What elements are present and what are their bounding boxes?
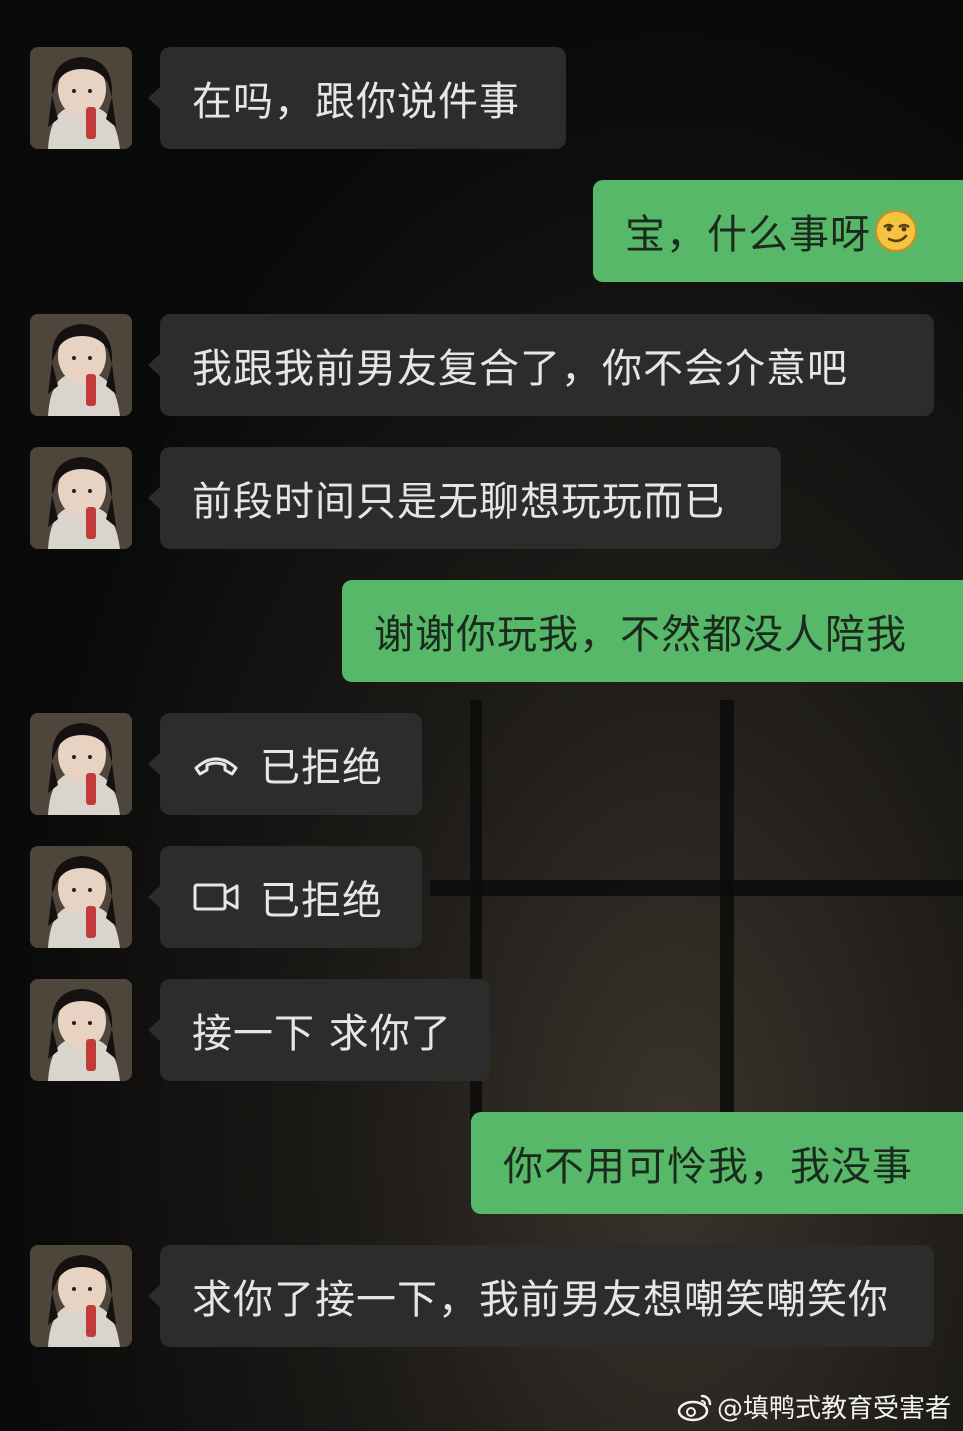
declined-video-call-bubble[interactable]: 已拒绝 xyxy=(148,846,422,948)
contact-avatar[interactable] xyxy=(30,979,132,1081)
message-text: 我跟我前男友复合了，你不会介意吧 xyxy=(192,346,848,392)
message-text: 前段时间只是无聊想玩玩而已 xyxy=(192,479,725,525)
incoming-message-bubble[interactable]: 前段时间只是无聊想玩玩而已 xyxy=(148,447,781,549)
message-text: 在吗，跟你说件事 xyxy=(192,79,520,125)
contact-avatar[interactable] xyxy=(30,713,132,815)
outgoing-message-bubble[interactable]: 宝，什么事呀 xyxy=(593,180,963,282)
incoming-message-bubble[interactable]: 求你了接一下，我前男友想嘲笑嘲笑你 xyxy=(148,1245,934,1347)
watermark: @填鸭式教育受害者 xyxy=(677,1388,951,1425)
incoming-message-bubble[interactable]: 在吗，跟你说件事 xyxy=(148,47,566,149)
message-text: 你不用可怜我，我没事 xyxy=(503,1144,913,1190)
watermark-text: @填鸭式教育受害者 xyxy=(716,1394,951,1424)
message-text: 宝，什么事呀 xyxy=(625,212,871,258)
video-call-icon xyxy=(192,877,260,917)
contact-avatar[interactable] xyxy=(30,314,132,416)
message-text: 接一下 求你了 xyxy=(192,1011,452,1057)
outgoing-message-bubble[interactable]: 你不用可怜我，我没事 xyxy=(471,1112,963,1214)
weibo-icon xyxy=(677,1394,712,1421)
smirk-emoji xyxy=(875,210,917,252)
background-window-mullion-horizontal xyxy=(430,880,963,896)
contact-avatar[interactable] xyxy=(30,447,132,549)
contact-avatar[interactable] xyxy=(30,846,132,948)
message-text: 谢谢你玩我，不然都没人陪我 xyxy=(374,612,907,658)
phone-hangup-icon xyxy=(192,744,260,784)
declined-voice-call-bubble[interactable]: 已拒绝 xyxy=(148,713,422,815)
message-text: 已拒绝 xyxy=(260,745,383,791)
message-text: 已拒绝 xyxy=(260,878,383,924)
contact-avatar[interactable] xyxy=(30,47,132,149)
background-window-mullion-vertical xyxy=(720,700,734,1120)
incoming-message-bubble[interactable]: 我跟我前男友复合了，你不会介意吧 xyxy=(148,314,934,416)
message-text: 求你了接一下，我前男友想嘲笑嘲笑你 xyxy=(192,1277,889,1323)
incoming-message-bubble[interactable]: 接一下 求你了 xyxy=(148,979,490,1081)
outgoing-message-bubble[interactable]: 谢谢你玩我，不然都没人陪我 xyxy=(342,580,963,682)
contact-avatar[interactable] xyxy=(30,1245,132,1347)
